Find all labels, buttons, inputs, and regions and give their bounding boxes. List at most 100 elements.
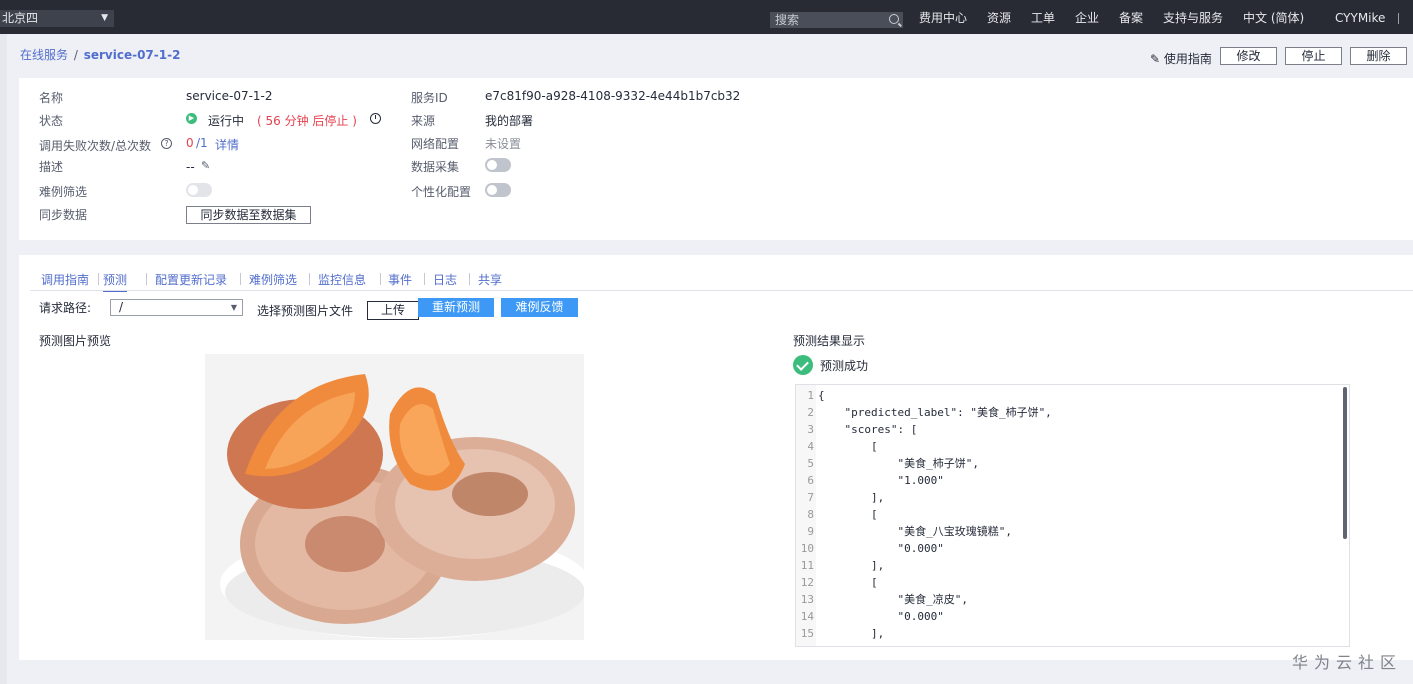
search-input[interactable]: 搜索 xyxy=(770,12,903,28)
status-label: 状态 xyxy=(39,114,64,128)
top-bar: 北京四 ▼ 搜索 费用中心 资源 工单 企业 备案 支持与服务 中文 (简体) … xyxy=(0,0,1413,34)
description-label: 描述 xyxy=(39,160,64,174)
delete-button[interactable]: 删除 xyxy=(1350,47,1407,65)
chevron-down-icon: ▼ xyxy=(101,13,108,23)
total-count-value: /1 xyxy=(196,136,208,150)
preview-image xyxy=(205,354,584,640)
clock-icon[interactable] xyxy=(370,113,381,124)
dried-persimmon-image xyxy=(205,354,584,640)
hard-example-toggle[interactable] xyxy=(186,183,212,197)
tabs-underline xyxy=(30,290,1413,291)
tab-divider xyxy=(424,273,425,285)
vertical-scrollbar[interactable] xyxy=(1343,387,1347,539)
side-rail xyxy=(0,34,7,684)
fail-count-value: 0 xyxy=(186,136,194,150)
nav-language[interactable]: 中文 (简体) xyxy=(1243,10,1304,27)
request-path-label: 请求路径: xyxy=(39,301,92,315)
code-line: 15 ], xyxy=(800,627,885,640)
tab-hard-examples[interactable]: 难例筛选 xyxy=(249,271,297,288)
document-edit-icon: ✎ xyxy=(1150,52,1161,66)
hard-example-feedback-button[interactable]: 难例反馈 xyxy=(501,298,578,317)
breadcrumb-separator: / xyxy=(73,48,78,62)
tab-divider xyxy=(240,273,241,285)
search-icon[interactable] xyxy=(889,14,899,24)
tab-share[interactable]: 共享 xyxy=(478,271,502,288)
region-label: 北京四 xyxy=(2,11,39,25)
code-line: 6 "1.000" xyxy=(807,474,944,487)
usage-guide-link[interactable]: ✎ 使用指南 xyxy=(1150,50,1212,67)
tab-divider xyxy=(309,273,310,285)
nav-user[interactable]: CYYMike xyxy=(1335,10,1385,27)
tab-usage-guide[interactable]: 调用指南 xyxy=(41,271,89,288)
code-line: 14 "0.000" xyxy=(800,610,944,623)
source-value: 我的部署 xyxy=(485,114,534,128)
tab-divider xyxy=(146,273,147,285)
data-collection-toggle[interactable] xyxy=(485,158,511,172)
running-icon: ▶ xyxy=(186,113,197,124)
tab-monitoring[interactable]: 监控信息 xyxy=(318,271,366,288)
sync-to-dataset-button[interactable]: 同步数据至数据集 xyxy=(186,206,311,224)
name-value: service-07-1-2 xyxy=(186,89,273,103)
check-circle-icon xyxy=(793,355,813,375)
nav-support[interactable]: 支持与服务 xyxy=(1163,10,1223,27)
nav-divider xyxy=(1398,13,1399,24)
nav-icp[interactable]: 备案 xyxy=(1119,10,1143,27)
network-value: 未设置 xyxy=(485,137,522,151)
code-line: 1{ xyxy=(807,389,825,402)
personalization-toggle[interactable] xyxy=(485,183,511,197)
source-label: 来源 xyxy=(411,114,436,128)
result-title: 预测结果显示 xyxy=(793,334,866,348)
edit-button[interactable]: 修改 xyxy=(1220,47,1277,65)
tab-divider xyxy=(98,273,99,285)
code-line: 5 "美食_柿子饼", xyxy=(807,457,979,470)
tab-events[interactable]: 事件 xyxy=(388,271,412,288)
chevron-down-icon: ▼ xyxy=(230,303,237,312)
watermark: 华为云社区 xyxy=(1292,653,1403,672)
request-path-select[interactable]: / ▼ xyxy=(110,299,243,316)
nav-resources[interactable]: 资源 xyxy=(987,10,1011,27)
result-json-viewer[interactable]: 1{ 2 "predicted_label": "美食_柿子饼", 3 "sco… xyxy=(795,384,1350,647)
fail-count-label: 调用失败次数/总次数 xyxy=(39,139,152,153)
preview-title: 预测图片预览 xyxy=(39,334,112,348)
tab-divider xyxy=(380,273,381,285)
data-collection-label: 数据采集 xyxy=(411,160,460,174)
pencil-icon[interactable]: ✎ xyxy=(201,160,211,171)
code-line: 9 "美食_八宝玫瑰镜糕", xyxy=(807,525,1012,538)
name-label: 名称 xyxy=(39,91,64,105)
tab-logs[interactable]: 日志 xyxy=(433,271,457,288)
service-id-label: 服务ID xyxy=(411,91,448,105)
nav-tickets[interactable]: 工单 xyxy=(1031,10,1055,27)
code-line: 8 [ xyxy=(807,508,878,521)
stop-button[interactable]: 停止 xyxy=(1285,47,1342,65)
nav-billing[interactable]: 费用中心 xyxy=(919,10,967,27)
code-line: 11 ], xyxy=(800,559,885,572)
upload-button[interactable]: 上传 xyxy=(367,301,419,320)
code-line: 10 "0.000" xyxy=(800,542,944,555)
code-line: 2 "predicted_label": "美食_柿子饼", xyxy=(807,406,1052,419)
choose-file-label: 选择预测图片文件 xyxy=(257,304,354,318)
code-line: 13 "美食_凉皮", xyxy=(800,593,968,606)
hard-example-label: 难例筛选 xyxy=(39,185,88,199)
tab-predict[interactable]: 预测 xyxy=(103,271,128,292)
region-selector[interactable]: 北京四 ▼ xyxy=(0,10,114,27)
tab-divider xyxy=(469,273,470,285)
personalization-label: 个性化配置 xyxy=(411,185,472,199)
nav-enterprise[interactable]: 企业 xyxy=(1075,10,1099,27)
code-line: 3 "scores": [ xyxy=(807,423,918,436)
description-value: -- xyxy=(186,160,195,174)
code-line: 12 [ xyxy=(800,576,878,589)
service-id-value: e7c81f90-a928-4108-9332-4e44b1b7cb32 xyxy=(485,89,741,103)
request-path-value: / xyxy=(119,300,124,314)
breadcrumb-parent[interactable]: 在线服务 xyxy=(20,48,68,62)
network-label: 网络配置 xyxy=(411,137,460,151)
detail-link[interactable]: 详情 xyxy=(215,136,239,153)
help-icon[interactable]: ? xyxy=(161,138,172,149)
usage-guide-label: 使用指南 xyxy=(1163,52,1212,66)
sync-data-label: 同步数据 xyxy=(39,208,88,222)
repredict-button[interactable]: 重新预测 xyxy=(418,298,494,317)
tab-config-history[interactable]: 配置更新记录 xyxy=(155,271,227,288)
code-line: 4 [ xyxy=(807,440,878,453)
success-text: 预测成功 xyxy=(820,359,869,373)
search-placeholder: 搜索 xyxy=(775,13,800,27)
breadcrumb: 在线服务 / service-07-1-2 xyxy=(20,46,180,63)
